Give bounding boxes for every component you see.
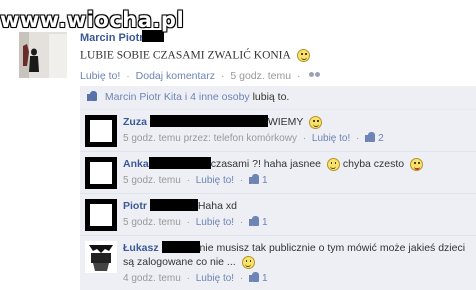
comment-like-link[interactable]: Lubię to! <box>196 273 234 284</box>
redaction-bar <box>161 241 200 253</box>
commenter-name[interactable]: Łukasz <box>123 242 159 254</box>
avatar-placeholder <box>90 162 112 184</box>
separator: · <box>239 217 244 228</box>
add-comment-link[interactable]: Dodaj komentarz <box>136 70 215 82</box>
post-message: LUBIE SOBIE CZASAMI ZWALIĆ KONIA <box>80 49 311 62</box>
comment-meta: 5 godz. temu · Lubię to! · 1 <box>123 216 470 230</box>
like-count-value: 1 <box>262 175 268 186</box>
thumbs-up-icon <box>249 272 260 282</box>
commenter-avatar[interactable] <box>85 157 117 189</box>
separator: · <box>126 70 130 82</box>
commenter-avatar[interactable] <box>85 199 117 231</box>
comment-like-link[interactable]: Lubię to! <box>196 217 234 228</box>
likes-suffix: lubią to. <box>252 91 290 103</box>
commenter-avatar[interactable] <box>85 241 117 273</box>
like-count-value: 1 <box>262 273 268 284</box>
comment-timestamp[interactable]: 5 godz. temu przez: telefon komórkowy <box>123 133 297 144</box>
comment-meta: 4 godz. temu · Lubię to! · 1 <box>123 272 470 286</box>
comment-text: Haha xd <box>197 200 237 212</box>
friends-icon[interactable] <box>309 72 321 80</box>
separator: · <box>220 70 225 82</box>
comment-like-count[interactable]: 1 <box>249 174 268 186</box>
post-message-text: LUBIE SOBIE CZASAMI ZWALIĆ KONIA <box>80 49 291 62</box>
avatar-photo <box>85 241 117 273</box>
comment-body: Łukasz nie musisz tak publicznie o tym m… <box>123 241 470 286</box>
comment-item: Zuza WIEMY 5 godz. temu przez: telefon k… <box>80 110 476 152</box>
smiley-icon <box>297 49 311 62</box>
comment-item: Łukasz nie musisz tak publicznie o tym m… <box>80 236 476 290</box>
comment-item: Piotr Haha xd 5 godz. temu · Lubię to! ·… <box>80 194 476 236</box>
thumbs-up-icon <box>249 216 260 226</box>
separator: · <box>186 175 190 186</box>
comment-timestamp[interactable]: 5 godz. temu <box>123 217 181 228</box>
post-timestamp[interactable]: 5 godz. temu <box>230 70 291 82</box>
comment-text: czasami ?! haha jasnee <box>210 158 322 170</box>
thumbs-up-icon <box>87 91 98 101</box>
commenter-name[interactable]: Zuza <box>123 116 147 128</box>
comment-like-count[interactable]: 1 <box>249 272 268 284</box>
separator: · <box>186 273 190 284</box>
avatar-placeholder <box>90 120 112 142</box>
separator: · <box>239 175 244 186</box>
avatar-photo <box>19 32 67 78</box>
comment-like-count[interactable]: 2 <box>365 132 384 144</box>
thumbs-up-icon <box>249 174 260 184</box>
post-author-avatar[interactable] <box>19 32 67 78</box>
redaction-bar <box>149 199 198 211</box>
comment-meta: 5 godz. temu przez: telefon komórkowy · … <box>123 132 470 146</box>
comment-timestamp[interactable]: 5 godz. temu <box>123 175 181 186</box>
comment-timestamp[interactable]: 4 godz. temu <box>123 273 181 284</box>
comment-body: Zuza WIEMY 5 godz. temu przez: telefon k… <box>123 115 470 146</box>
thumbs-up-icon <box>365 132 376 142</box>
comment-text-continued: chyba czesto <box>342 158 405 170</box>
comment-body: Anka czasami ?! haha jasnee chyba czesto … <box>123 157 470 188</box>
like-count-value: 1 <box>262 217 268 228</box>
redaction-bar <box>149 115 268 127</box>
comment-like-link[interactable]: Lubię to! <box>312 133 350 144</box>
comment-like-link[interactable]: Lubię to! <box>196 175 234 186</box>
likes-summary: Marcin Piotr Kita i 4 inne osoby lubią t… <box>80 86 476 110</box>
post-like-link[interactable]: Lubię to! <box>80 70 120 82</box>
redaction-bar <box>148 157 211 169</box>
smiley-icon <box>309 115 323 129</box>
separator: · <box>302 133 307 144</box>
wiocha-watermark: www.wiocha.pl <box>0 8 185 32</box>
avatar-placeholder <box>90 204 112 226</box>
commenter-avatar[interactable] <box>85 115 117 147</box>
facebook-post: www.wiocha.pl Marcin Piotr LUBIE SOBIE C… <box>0 0 476 290</box>
comment-like-count[interactable]: 1 <box>249 216 268 228</box>
comment-meta: 5 godz. temu · Lubię to! · 1 <box>123 174 470 188</box>
like-count-value: 2 <box>378 133 384 144</box>
separator: · <box>356 133 360 144</box>
separator: · <box>186 217 190 228</box>
commenter-name[interactable]: Piotr <box>123 200 147 212</box>
post-actions: Lubię to! · Dodaj komentarz · 5 godz. te… <box>80 70 321 82</box>
comment-thread: Marcin Piotr Kita i 4 inne osoby lubią t… <box>80 86 476 290</box>
tongue-smiley-icon <box>410 157 424 171</box>
post-author-name[interactable]: Marcin Piotr <box>80 32 144 44</box>
comment-body: Piotr Haha xd 5 godz. temu · Lubię to! ·… <box>123 199 470 230</box>
smiley-icon <box>326 157 340 171</box>
likers-link[interactable]: Marcin Piotr Kita i 4 inne osoby <box>105 91 250 103</box>
smiley-icon <box>241 255 255 269</box>
separator: · <box>239 273 244 284</box>
separator: · <box>296 70 301 82</box>
commenter-name[interactable]: Anka <box>123 158 149 170</box>
comment-item: Anka czasami ?! haha jasnee chyba czesto … <box>80 152 476 194</box>
comment-text: WIEMY <box>267 116 304 128</box>
